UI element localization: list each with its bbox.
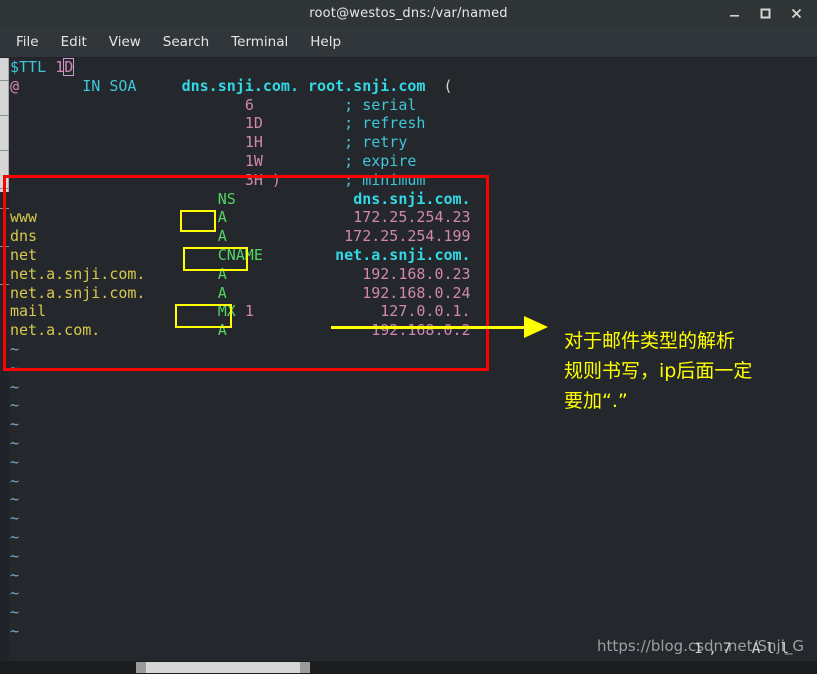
scrollbar-tick	[0, 188, 9, 189]
line-empty-marker: ~	[10, 339, 20, 358]
line-empty-marker: ~	[10, 509, 20, 528]
vertical-scrollbar-thumb[interactable]	[0, 58, 9, 192]
window-title: root@westos_dns:/var/named	[309, 6, 508, 21]
menu-item-terminal[interactable]: Terminal	[231, 34, 288, 50]
annotation-note-line-1: 对于邮件类型的解析	[564, 330, 736, 352]
line-empty-marker: ~	[10, 415, 20, 434]
menu-item-edit[interactable]: Edit	[61, 34, 87, 50]
line-empty-marker: ~	[10, 358, 20, 377]
line-empty-marker: ~	[10, 433, 20, 452]
line-empty-marker: ~	[10, 565, 20, 584]
horizontal-scrollbar-thumb[interactable]	[136, 662, 310, 673]
line-empty-marker: ~	[10, 471, 20, 490]
line-record: net.a.snji.com. A 192.168.0.24	[10, 283, 471, 302]
watermark-text: https://blog.csdn.net/Snji_G	[597, 637, 804, 655]
window-controls	[727, 0, 811, 27]
titlebar[interactable]: root@westos_dns:/var/named	[0, 0, 817, 27]
close-icon[interactable]	[789, 7, 803, 21]
line-empty-marker: ~	[10, 603, 20, 622]
scrollbar-tick	[0, 246, 9, 247]
line-record: net.a.snji.com. A 192.168.0.23	[10, 264, 471, 283]
line-empty-marker: ~	[10, 377, 20, 396]
menubar: File Edit View Search Terminal Help	[0, 27, 817, 58]
terminal-window: root@westos_dns:/var/named File Edit Vie…	[0, 0, 817, 674]
line-soa: @ IN SOA dns.snji.com. root.snji.com (	[10, 76, 453, 95]
line-soa-field: 6 ; serial	[244, 95, 417, 114]
vim-buffer[interactable]: $TTL 1D @ IN SOA dns.snji.com. root.snji.…	[10, 58, 471, 641]
line-record: NS dns.snji.com.	[217, 189, 471, 208]
line-soa-field: 1D ; refresh	[244, 114, 426, 133]
scrollbar-tick	[0, 208, 9, 209]
menu-item-file[interactable]: File	[16, 34, 39, 50]
horizontal-scrollbar[interactable]	[0, 661, 817, 674]
line-soa-field: 1W ; expire	[244, 151, 417, 170]
menu-item-help[interactable]: Help	[310, 34, 341, 50]
line-record: net.a.com. A 192.168.0.2	[10, 321, 471, 340]
line-record: dns A 172.25.254.199	[10, 227, 471, 246]
vertical-scrollbar[interactable]	[0, 58, 9, 661]
scrollbar-tick	[0, 284, 9, 285]
menu-item-search[interactable]: Search	[163, 34, 209, 50]
scrollbar-tick	[0, 80, 9, 81]
annotation-note-line-2: 规则书写，ip后面一定	[564, 360, 753, 382]
line-empty-marker: ~	[10, 546, 20, 565]
minimize-icon[interactable]	[727, 7, 741, 21]
line-record: net CNAME net.a.snji.com.	[10, 245, 471, 264]
annotation-note: 对于邮件类型的解析 规则书写，ip后面一定 要加“.”	[564, 326, 814, 416]
line-ttl: $TTL 1D	[10, 58, 75, 76]
line-empty-marker: ~	[10, 396, 20, 415]
line-soa-field: 3H ) ; minimum	[244, 170, 426, 189]
line-empty-marker: ~	[10, 490, 20, 509]
line-record: mail MX 1 127.0.0.1.	[10, 302, 471, 321]
line-empty-marker: ~	[10, 452, 20, 471]
line-empty-marker: ~	[10, 621, 20, 640]
horizontal-scrollbar-cap-left[interactable]	[136, 662, 146, 673]
annotation-note-line-3: 要加“.”	[564, 390, 628, 412]
horizontal-scrollbar-cap-right[interactable]	[300, 662, 310, 673]
line-soa-field: 1H ; retry	[244, 133, 408, 152]
scrollbar-tick	[0, 150, 9, 151]
line-empty-marker: ~	[10, 527, 20, 546]
line-record: www A 172.25.254.23	[10, 208, 471, 227]
text-cursor: D	[63, 58, 75, 76]
line-empty-marker: ~	[10, 584, 20, 603]
menu-item-view[interactable]: View	[109, 34, 141, 50]
scrollbar-tick	[0, 115, 9, 116]
maximize-icon[interactable]	[758, 7, 772, 21]
